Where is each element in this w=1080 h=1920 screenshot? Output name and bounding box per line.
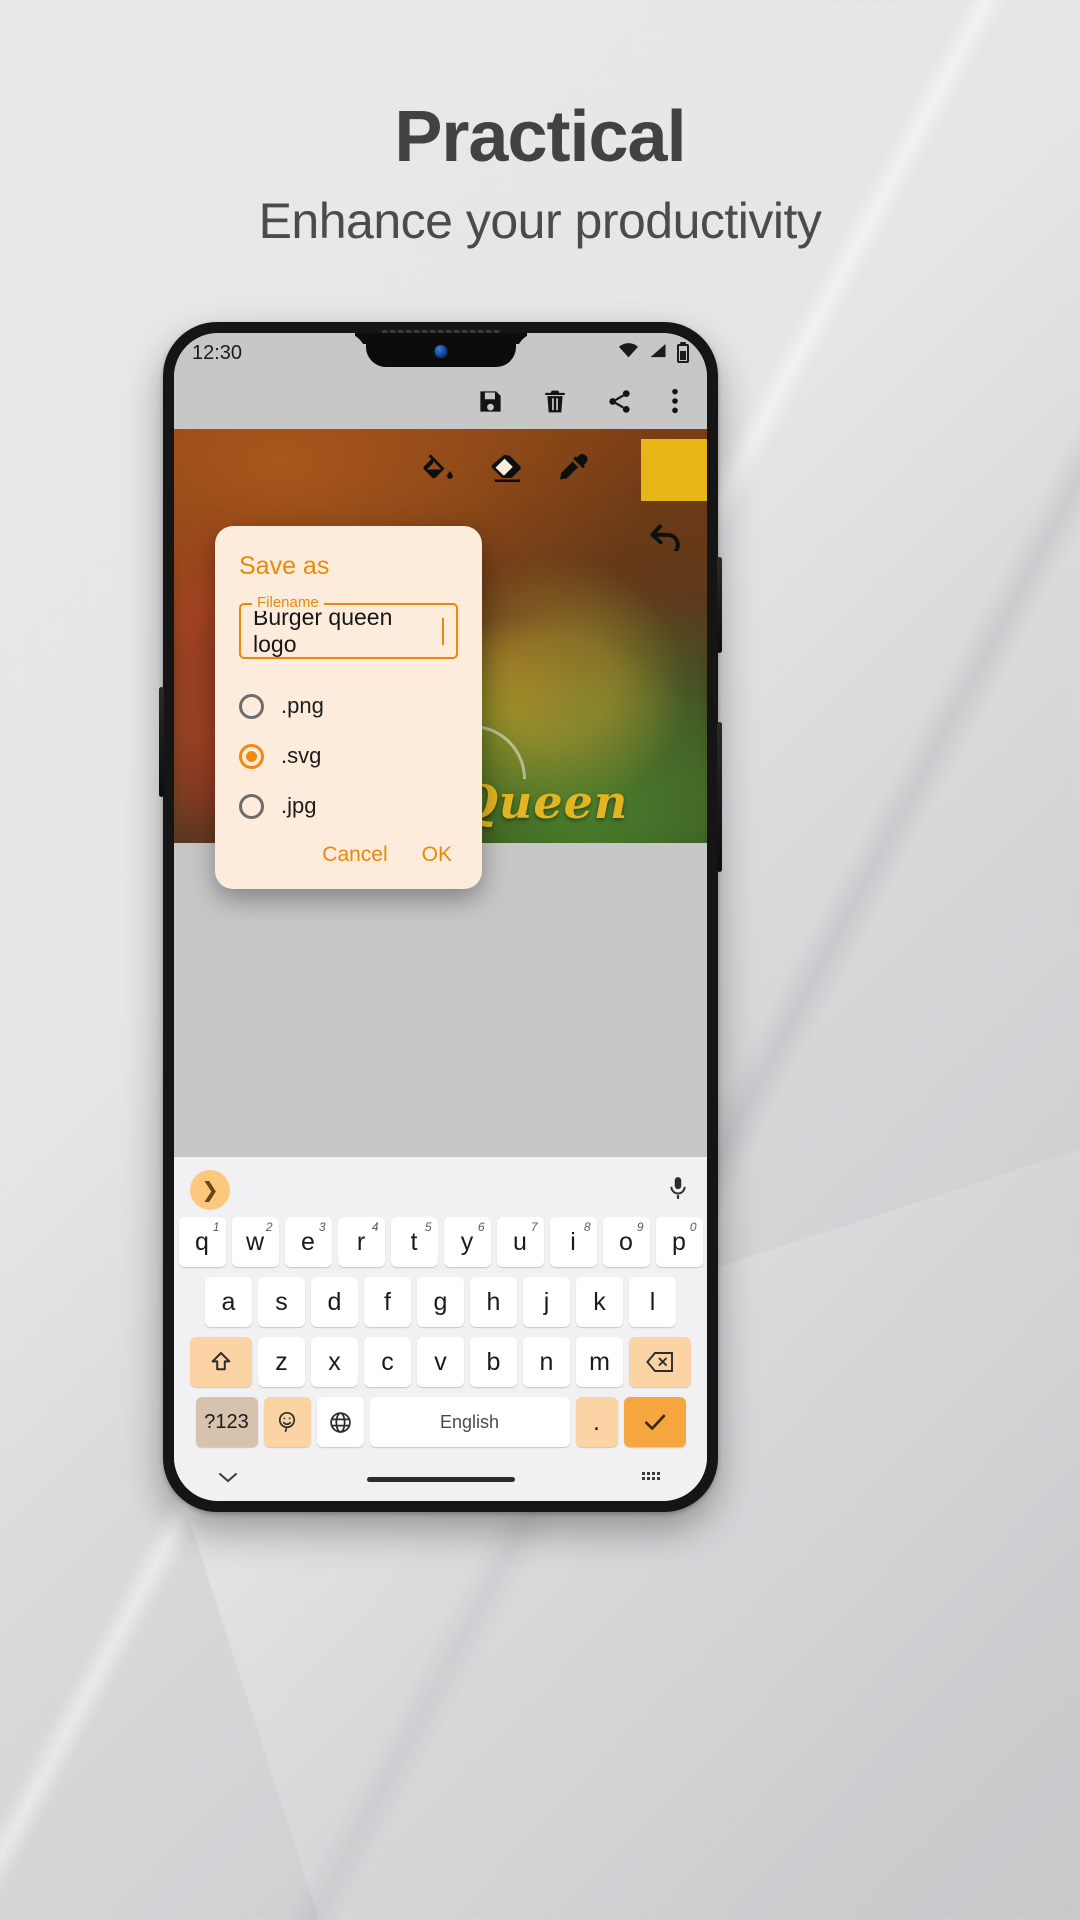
key-j[interactable]: j — [523, 1277, 570, 1327]
key-p[interactable]: 0p — [655, 1217, 703, 1267]
radio-svg[interactable] — [239, 743, 264, 769]
key-b[interactable]: b — [470, 1337, 517, 1387]
key-c[interactable]: c — [364, 1337, 411, 1387]
key-l[interactable]: l — [629, 1277, 676, 1327]
power-button[interactable] — [717, 557, 722, 653]
keyboard-row-1: 1q 2w 3e 4r 5t 6y 7u 8i 9o 0p — [174, 1217, 707, 1267]
key-x[interactable]: x — [311, 1337, 358, 1387]
key-h[interactable]: h — [470, 1277, 517, 1327]
keyboard-suggestion-bar: ❯ — [174, 1163, 707, 1217]
check-icon[interactable] — [623, 1397, 686, 1447]
key-t[interactable]: 5t — [390, 1217, 438, 1267]
overflow-menu-icon[interactable] — [671, 387, 679, 415]
phone-screen: 12:30 Queen Save as Filename Burger quee… — [174, 333, 707, 1501]
key-z[interactable]: z — [258, 1337, 305, 1387]
period-key[interactable]: . — [575, 1397, 618, 1447]
battery-icon — [677, 343, 689, 363]
share-icon[interactable] — [606, 388, 633, 415]
key-y[interactable]: 6y — [443, 1217, 491, 1267]
symbols-key[interactable]: ?123 — [195, 1397, 258, 1447]
key-n[interactable]: n — [523, 1337, 570, 1387]
radio-jpg[interactable] — [239, 793, 264, 819]
save-as-dialog: Save as Filename Burger queen logo .png … — [215, 526, 482, 889]
fill-bucket-icon[interactable] — [421, 451, 455, 490]
keyboard-row-4: ?123 English . — [174, 1397, 707, 1447]
undo-icon[interactable] — [645, 517, 685, 557]
format-option-svg[interactable]: .svg — [239, 743, 458, 769]
chevron-right-icon[interactable]: ❯ — [190, 1170, 230, 1210]
key-g[interactable]: g — [417, 1277, 464, 1327]
key-a[interactable]: a — [205, 1277, 252, 1327]
app-action-bar — [174, 373, 707, 429]
dialog-title: Save as — [239, 552, 330, 580]
cancel-button[interactable]: Cancel — [322, 843, 387, 867]
volume-buttons[interactable] — [717, 722, 722, 872]
language-globe-icon[interactable] — [316, 1397, 364, 1447]
keyboard-row-3: z x c v b n m — [174, 1337, 707, 1387]
key-d[interactable]: d — [311, 1277, 358, 1327]
current-color-swatch[interactable] — [641, 439, 707, 501]
eyedropper-icon[interactable] — [557, 451, 591, 490]
front-camera — [434, 345, 447, 358]
filename-value: Burger queen logo — [253, 604, 393, 657]
system-navigation-bar — [174, 1457, 707, 1501]
space-key[interactable]: English — [369, 1397, 570, 1447]
phone-device-frame: 12:30 Queen Save as Filename Burger quee… — [159, 322, 722, 1512]
dialog-action-row: Cancel OK — [239, 843, 458, 875]
key-k[interactable]: k — [576, 1277, 623, 1327]
eraser-icon[interactable] — [489, 451, 523, 490]
keyboard-switch-icon[interactable] — [641, 1469, 665, 1490]
key-q[interactable]: 1q — [178, 1217, 226, 1267]
key-o[interactable]: 9o — [602, 1217, 650, 1267]
home-gesture-pill[interactable] — [366, 1476, 515, 1482]
key-i[interactable]: 8i — [549, 1217, 597, 1267]
delete-icon[interactable] — [542, 388, 568, 415]
shift-icon[interactable] — [190, 1337, 252, 1387]
status-clock: 12:30 — [192, 341, 243, 364]
left-side-button[interactable] — [159, 687, 164, 797]
backspace-icon[interactable] — [629, 1337, 691, 1387]
format-option-jpg[interactable]: .jpg — [239, 793, 458, 819]
key-w[interactable]: 2w — [231, 1217, 279, 1267]
signal-icon — [648, 342, 668, 364]
radio-png[interactable] — [239, 693, 264, 719]
chevron-down-icon[interactable] — [216, 1469, 240, 1490]
on-screen-keyboard: ❯ 1q 2w 3e 4r 5t 6y 7u 8i 9o 0p a s d f … — [174, 1157, 707, 1501]
key-r[interactable]: 4r — [337, 1217, 385, 1267]
radio-svg-label: .svg — [281, 743, 322, 768]
key-s[interactable]: s — [258, 1277, 305, 1327]
promo-headline: Practical — [394, 97, 686, 177]
emoji-icon[interactable] — [263, 1397, 311, 1447]
editor-tool-row — [174, 439, 707, 501]
wifi-icon — [618, 342, 639, 364]
key-m[interactable]: m — [576, 1337, 623, 1387]
ok-button[interactable]: OK — [422, 843, 452, 867]
key-q-sup: 1 — [212, 1220, 220, 1234]
key-v[interactable]: v — [417, 1337, 464, 1387]
key-f[interactable]: f — [364, 1277, 411, 1327]
microphone-icon[interactable] — [665, 1173, 691, 1208]
key-u[interactable]: 7u — [496, 1217, 544, 1267]
radio-jpg-label: .jpg — [281, 793, 317, 818]
filename-label: Filename — [252, 594, 324, 611]
filename-input[interactable]: Filename Burger queen logo — [239, 594, 458, 659]
keyboard-row-2: a s d f g h j k l — [174, 1277, 707, 1327]
text-caret — [442, 617, 444, 645]
promo-subheadline: Enhance your productivity — [258, 193, 822, 249]
radio-png-label: .png — [281, 693, 324, 718]
save-icon[interactable] — [477, 388, 504, 415]
key-e[interactable]: 3e — [284, 1217, 332, 1267]
format-option-png[interactable]: .png — [239, 693, 458, 719]
